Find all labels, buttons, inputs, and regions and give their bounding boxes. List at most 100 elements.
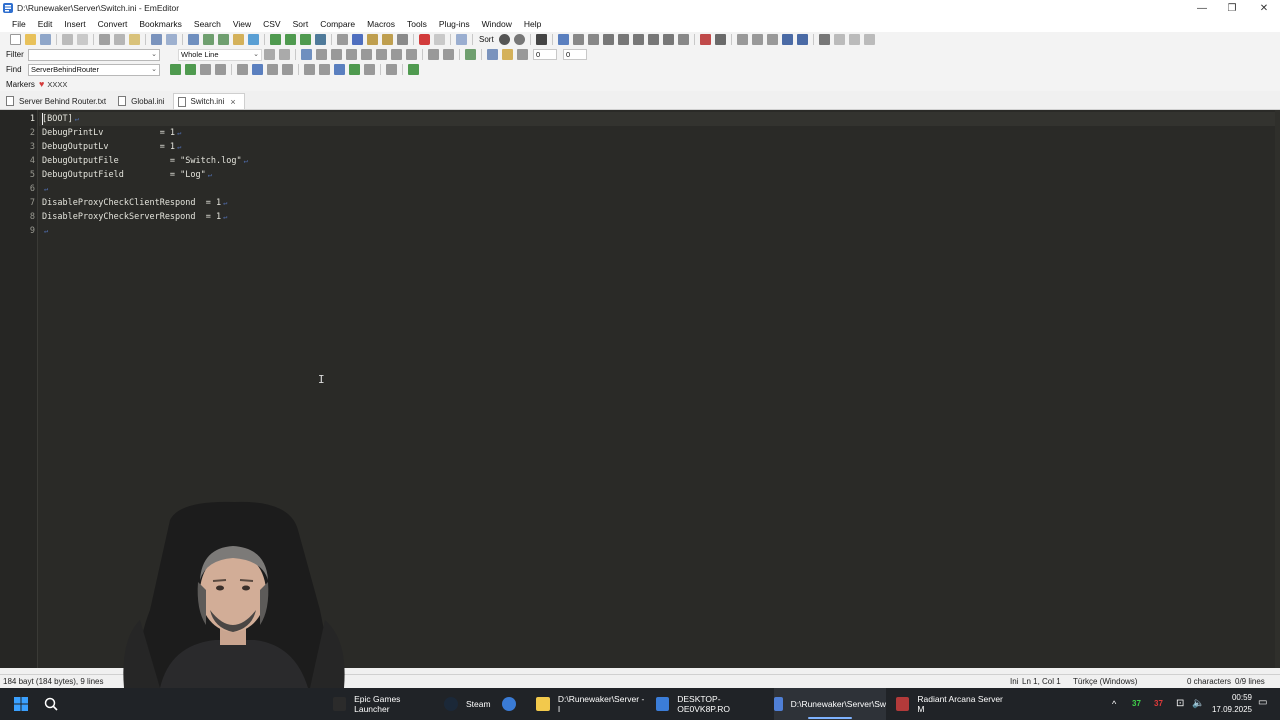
copy-icon[interactable] [114, 34, 125, 45]
filter-icon[interactable] [248, 34, 259, 45]
regex-icon[interactable] [346, 49, 357, 60]
filter-mode-select[interactable]: Whole Line ⌄ [178, 48, 262, 61]
negative-icon[interactable] [376, 49, 387, 60]
batch-find-icon[interactable] [386, 64, 397, 75]
escape-sequence-icon[interactable] [331, 49, 342, 60]
chevron-down-icon[interactable]: ⌄ [151, 65, 157, 73]
copy-filter-icon[interactable] [443, 49, 454, 60]
columns-icon[interactable] [300, 34, 311, 45]
sort-unique-icon[interactable] [513, 34, 525, 45]
tools-icon[interactable] [535, 34, 547, 45]
refresh-icon[interactable] [264, 49, 275, 60]
filter-down-icon[interactable] [465, 49, 476, 60]
window-tile-icon[interactable] [833, 34, 845, 45]
window-arrange-icon[interactable] [863, 34, 875, 45]
network-icon[interactable]: ⊡ [1176, 698, 1184, 709]
window-cascade-icon[interactable] [848, 34, 860, 45]
tab-server-behind-router[interactable]: Server Behind Router.txt [2, 93, 114, 109]
menu-help[interactable]: Help [518, 19, 547, 29]
select-column-icon[interactable] [677, 34, 689, 45]
code-line[interactable]: DisableProxyCheckServerRespond = 1 ↵ [42, 210, 227, 224]
outline-icon[interactable] [367, 34, 378, 45]
sync-scroll-icon[interactable] [352, 34, 363, 45]
encoding-status[interactable]: Türkçe (Windows) [1073, 677, 1137, 686]
find-next-icon[interactable] [203, 34, 214, 45]
go-arrow-icon[interactable] [408, 64, 419, 75]
sort-reverse-icon[interactable] [662, 34, 674, 45]
close-tab-icon[interactable]: × [230, 97, 235, 107]
menu-edit[interactable]: Edit [32, 19, 59, 29]
code-line[interactable]: DebugOutputFile = "Switch.log" ↵ [42, 154, 248, 168]
code-line[interactable]: DebugOutputField = "Log" ↵ [42, 168, 212, 182]
tab-switch-ini[interactable]: Switch.ini × [172, 93, 245, 109]
open-folder-icon[interactable] [25, 34, 36, 45]
windows-start-icon[interactable] [14, 697, 28, 711]
context-after-input[interactable]: 0 [563, 49, 587, 60]
code-line[interactable]: [BOOT] ↵ [42, 112, 79, 126]
match-case-icon[interactable] [237, 64, 248, 75]
menu-sort[interactable]: Sort [287, 19, 315, 29]
record-macro-icon[interactable] [419, 34, 430, 45]
context-before-input[interactable]: 0 [533, 49, 557, 60]
incremental-search-icon[interactable] [334, 64, 345, 75]
chevron-down-icon[interactable]: ⌄ [151, 50, 157, 58]
tab-global-ini[interactable]: Global.ini [114, 93, 172, 109]
code-line[interactable]: DisableProxyCheckClientRespond = 1 ↵ [42, 196, 227, 210]
clock-time[interactable]: 00:59 [1214, 693, 1252, 702]
new-file-icon[interactable] [10, 34, 21, 45]
volume-icon[interactable]: 🔈 [1192, 698, 1204, 709]
print-preview-icon[interactable] [77, 34, 88, 45]
find-icon[interactable] [188, 34, 199, 45]
line-view-icon[interactable] [587, 34, 599, 45]
bookmark-icon[interactable] [382, 34, 393, 45]
minimize-button[interactable]: — [1186, 0, 1218, 16]
clear-filter-icon[interactable] [279, 49, 290, 60]
find-input[interactable]: ServerBehindRouter ⌄ [28, 63, 160, 76]
taskbar-radiant-arcana[interactable]: Radiant Arcana Server M [896, 688, 1008, 720]
taskbar-epic-games-launcher[interactable]: Epic Games Launcher [333, 688, 433, 720]
regex-icon[interactable] [267, 64, 278, 75]
advanced-filter-icon[interactable] [406, 49, 417, 60]
sort-options-icon[interactable] [498, 34, 510, 45]
sort-numeric-icon[interactable] [632, 34, 644, 45]
find-marker-icon[interactable] [349, 64, 360, 75]
cut-icon[interactable] [99, 34, 110, 45]
find-in-selection-icon[interactable] [319, 64, 330, 75]
outdent-icon[interactable] [766, 34, 778, 45]
undo-icon[interactable] [151, 34, 162, 45]
tsv-mode-icon[interactable] [285, 34, 296, 45]
find-all-icon[interactable] [200, 64, 211, 75]
taskbar-emeditor[interactable]: D:\Runewaker\Server\Sw [774, 688, 886, 720]
filter-search-icon[interactable] [301, 49, 312, 60]
column-view-icon[interactable] [557, 34, 569, 45]
code-line[interactable]: ↵ [42, 224, 48, 238]
maximize-button[interactable]: ❐ [1216, 0, 1248, 16]
grid-icon[interactable] [315, 34, 326, 45]
menu-view[interactable]: View [227, 19, 257, 29]
syntax-mode-status[interactable]: Ini [1010, 677, 1018, 686]
replace-icon[interactable] [233, 34, 244, 45]
filter-options-icon[interactable] [487, 49, 498, 60]
menu-convert[interactable]: Convert [92, 19, 134, 29]
taskbar-app[interactable] [502, 688, 526, 720]
plugin-icon[interactable] [456, 34, 467, 45]
escape-icon[interactable] [282, 64, 293, 75]
find-next-icon[interactable] [170, 64, 181, 75]
sort-descending-icon[interactable] [617, 34, 629, 45]
taskbar-remote-desktop[interactable]: DESKTOP-OE0VK8P.RO [656, 688, 768, 720]
taskbar-steam[interactable]: Steam [444, 688, 496, 720]
marker-chip[interactable]: ♥ XXXX [39, 79, 67, 89]
spell-check-icon[interactable] [699, 34, 711, 45]
save-icon[interactable] [40, 34, 51, 45]
paste-icon[interactable] [129, 34, 140, 45]
customize-icon[interactable] [818, 34, 830, 45]
search-icon[interactable] [44, 697, 58, 711]
chevron-down-icon[interactable]: ⌄ [253, 50, 259, 58]
taskbar-file-explorer[interactable]: D:\Runewaker\Server - I [536, 688, 648, 720]
filter-input[interactable]: ⌄ [28, 48, 160, 61]
bookmark-filter-icon[interactable] [391, 49, 402, 60]
lock-filter-icon[interactable] [502, 49, 513, 60]
notification-icon[interactable]: ▭ [1258, 697, 1267, 708]
run-macro-icon[interactable] [434, 34, 445, 45]
menu-macros[interactable]: Macros [361, 19, 401, 29]
